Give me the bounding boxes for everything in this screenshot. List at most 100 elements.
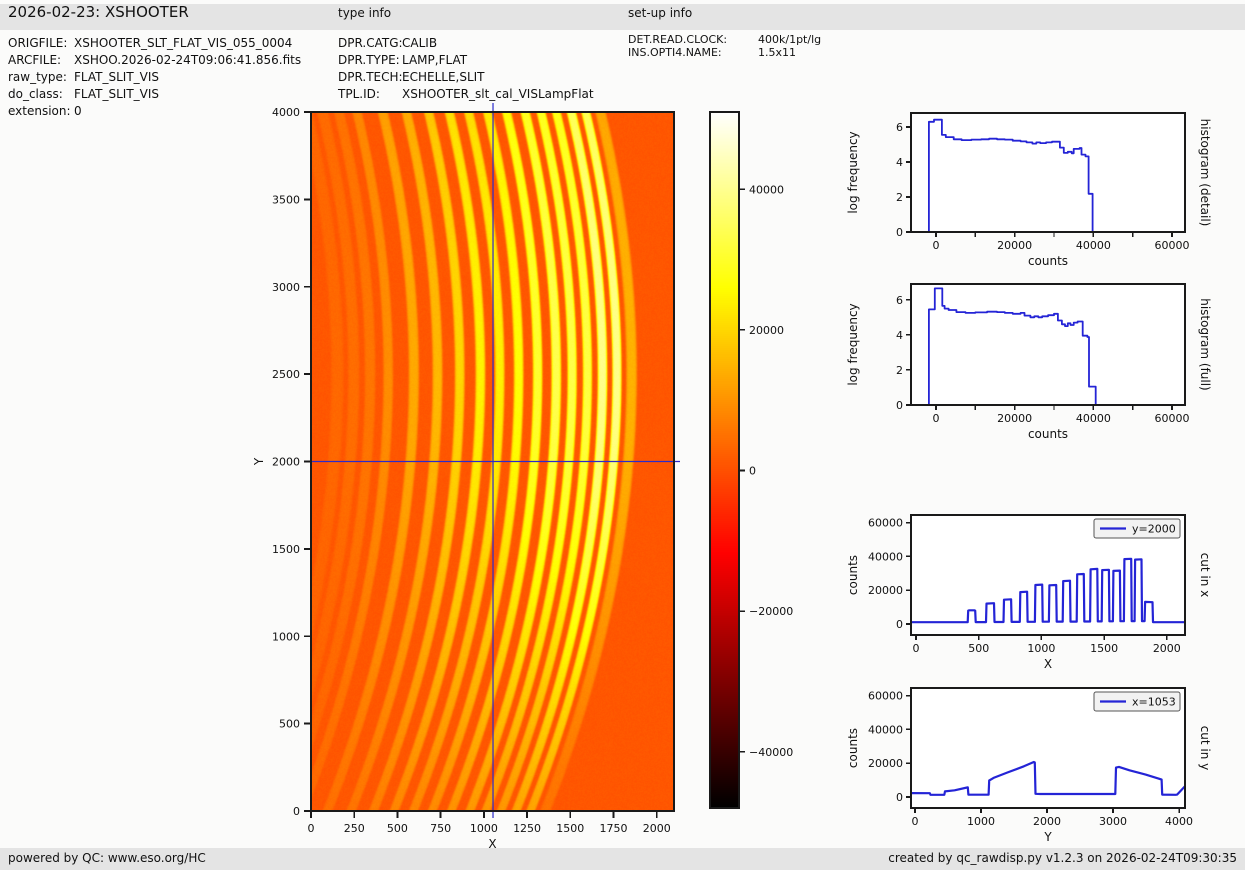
svg-text:−20000: −20000 [749, 605, 793, 618]
info-label: DPR.CATG: [338, 36, 403, 50]
svg-text:1500: 1500 [272, 543, 300, 556]
info-row: DPR.CATG: CALIB [338, 35, 594, 52]
svg-text:histogram (full): histogram (full) [1198, 298, 1212, 391]
svg-text:X: X [1044, 657, 1052, 671]
svg-text:0: 0 [911, 815, 918, 828]
svg-text:6: 6 [896, 294, 903, 307]
svg-text:counts: counts [846, 728, 860, 768]
info-label: TPL.ID: [338, 87, 380, 101]
svg-text:6: 6 [896, 121, 903, 134]
info-value: XSHOOTER_SLT_FLAT_VIS_055_0004 [74, 36, 293, 50]
info-label: raw_type: [8, 70, 67, 84]
svg-text:1000: 1000 [272, 630, 300, 643]
histogram-full-line [911, 287, 1185, 405]
footer-created-by: created by qc_rawdisp.py v1.2.3 on 2026-… [888, 851, 1237, 865]
svg-text:Y: Y [1043, 830, 1052, 844]
svg-text:counts: counts [1028, 427, 1068, 441]
svg-text:0: 0 [896, 791, 903, 804]
svg-text:500: 500 [968, 642, 989, 655]
colorbar [710, 112, 739, 808]
svg-text:1000: 1000 [470, 822, 498, 835]
svg-text:4: 4 [896, 156, 903, 169]
svg-text:x=1053: x=1053 [1132, 696, 1176, 709]
svg-text:3000: 3000 [1099, 815, 1127, 828]
svg-text:2000: 2000 [643, 822, 671, 835]
svg-text:20000: 20000 [749, 324, 784, 337]
svg-text:500: 500 [279, 718, 300, 731]
info-label: DET.READ.CLOCK: [628, 33, 728, 46]
info-row: DPR.TYPE: LAMP,FLAT [338, 52, 594, 69]
svg-text:0: 0 [896, 226, 903, 239]
svg-text:2: 2 [896, 364, 903, 377]
info-label: extension: [8, 104, 71, 118]
setup-info-title: set-up info [628, 6, 693, 20]
info-value: 1.5x11 [758, 46, 797, 59]
svg-text:y=2000: y=2000 [1132, 523, 1176, 536]
info-label: ORIGFILE: [8, 36, 68, 50]
info-row: raw_type: FLAT_SLIT_VIS [8, 69, 301, 86]
svg-text:log frequency: log frequency [846, 131, 860, 213]
svg-text:histogram (detail): histogram (detail) [1198, 119, 1212, 227]
footer-powered-by: powered by QC: www.eso.org/HC [8, 851, 206, 865]
svg-text:60000: 60000 [868, 690, 903, 703]
svg-text:3000: 3000 [272, 281, 300, 294]
type-info-block: DPR.CATG: CALIB DPR.TYPE: LAMP,FLAT DPR.TECH… [338, 35, 594, 103]
svg-text:Y: Y [252, 457, 266, 466]
info-row: TPL.ID: XSHOOTER_slt_cal_VISLampFlat [338, 86, 594, 103]
svg-text:40000: 40000 [749, 183, 784, 196]
svg-text:40000: 40000 [868, 723, 903, 736]
cut-in-x-plot: 0 500 1000 1500 20000200004000060000Xcounts c… [846, 514, 1212, 671]
histogram-full-plot: 0 20000 40000 60000 0 2 4 6 counts log frequency h… [846, 283, 1212, 441]
svg-text:60000: 60000 [868, 517, 903, 530]
svg-text:3500: 3500 [272, 193, 300, 206]
svg-text:0: 0 [293, 805, 300, 818]
svg-text:1000: 1000 [967, 815, 995, 828]
info-label: ARCFILE: [8, 53, 62, 67]
histogram-detail-plot: 0 20000 40000 60000 0 2 4 6 counts log frequency h… [846, 112, 1212, 268]
type-info-title: type info [338, 6, 392, 20]
svg-text:cut in y: cut in y [1198, 726, 1212, 771]
info-row: ORIGFILE: XSHOOTER_SLT_FLAT_VIS_055_0004 [8, 35, 301, 52]
svg-text:2: 2 [896, 191, 903, 204]
page-title: 2026-02-23: XSHOOTER [8, 3, 189, 21]
histogram-detail-line [911, 118, 1185, 232]
cut-in-x-legend: y=2000 [1093, 518, 1181, 539]
svg-text:250: 250 [344, 822, 365, 835]
svg-text:60000: 60000 [1155, 239, 1190, 252]
info-row: ARCFILE: XSHOO.2026-02-24T09:06:41.856.fi… [8, 52, 301, 69]
svg-text:500: 500 [387, 822, 408, 835]
info-value: 0 [74, 104, 82, 118]
svg-text:20000: 20000 [868, 757, 903, 770]
info-value: XSHOO.2026-02-24T09:06:41.856.fits [74, 53, 302, 67]
info-label: do_class: [8, 87, 63, 101]
svg-text:0: 0 [913, 642, 920, 655]
svg-text:0: 0 [932, 239, 939, 252]
cut-in-x-line [911, 557, 1185, 624]
info-row: extension: 0 [8, 103, 301, 120]
svg-text:0: 0 [308, 822, 315, 835]
svg-text:20000: 20000 [868, 584, 903, 597]
info-row: DET.READ.CLOCK: 400k/1pt/lg [628, 33, 821, 46]
cut-in-y-line [911, 760, 1185, 796]
info-label: INS.OPTI4.NAME: [628, 46, 722, 59]
svg-text:1250: 1250 [513, 822, 541, 835]
info-row: DPR.TECH: ECHELLE,SLIT [338, 69, 594, 86]
svg-text:2000: 2000 [1033, 815, 1061, 828]
info-label: DPR.TYPE: [338, 53, 400, 67]
svg-text:cut in x: cut in x [1198, 553, 1212, 598]
svg-text:0: 0 [896, 399, 903, 412]
info-value: ECHELLE,SLIT [402, 70, 485, 84]
file-info-block: ORIGFILE: XSHOOTER_SLT_FLAT_VIS_055_0004 A… [8, 35, 301, 120]
svg-text:1000: 1000 [1027, 642, 1055, 655]
qc-report-page: 2026-02-23: XSHOOTER type info set-up in… [0, 0, 1245, 870]
raw-image-heatmap [311, 112, 674, 811]
svg-text:counts: counts [1028, 254, 1068, 268]
svg-text:4000: 4000 [1165, 815, 1193, 828]
info-value: XSHOOTER_slt_cal_VISLampFlat [402, 87, 594, 101]
info-row: INS.OPTI4.NAME: 1.5x11 [628, 46, 821, 59]
info-row: do_class: FLAT_SLIT_VIS [8, 86, 301, 103]
svg-text:2000: 2000 [272, 456, 300, 469]
svg-text:1750: 1750 [600, 822, 628, 835]
svg-text:log frequency: log frequency [846, 303, 860, 385]
info-label: DPR.TECH: [338, 70, 403, 84]
